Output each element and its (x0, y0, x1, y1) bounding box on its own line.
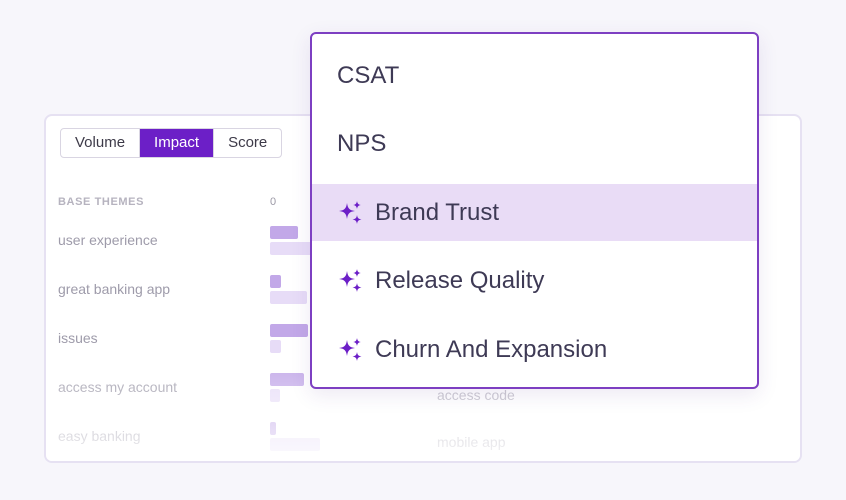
option-label: Churn And Expansion (375, 335, 608, 363)
impact-bar-secondary (270, 340, 281, 353)
option-label: Release Quality (375, 266, 545, 294)
impact-bar-secondary (270, 389, 280, 402)
theme-row-label[interactable]: mobile app (437, 434, 506, 450)
option-label: CSAT (337, 61, 400, 89)
theme-row-label[interactable]: user experience (58, 232, 158, 248)
option-label: NPS (337, 129, 387, 157)
theme-row-label[interactable]: issues (58, 330, 98, 346)
axis-zero-label: 0 (270, 196, 277, 208)
impact-bar-secondary (270, 291, 307, 304)
dropdown-option-release-quality[interactable]: Release Quality (312, 252, 757, 309)
dropdown-option-nps[interactable]: NPS (312, 115, 757, 172)
theme-row-label[interactable]: great banking app (58, 281, 170, 297)
impact-bar-secondary (270, 242, 313, 255)
view-toggle: Volume Impact Score (60, 128, 283, 158)
impact-toggle-button[interactable]: Impact (140, 129, 215, 157)
dropdown-option-brand-trust[interactable]: Brand Trust (312, 184, 757, 241)
theme-row-label[interactable]: access my account (58, 379, 177, 395)
impact-bar-primary (270, 422, 276, 435)
sparkle-icon (339, 268, 362, 292)
base-themes-header: BASE THEMES (58, 196, 145, 208)
impact-bar-primary (270, 275, 281, 288)
impact-bar-primary (270, 324, 308, 337)
volume-toggle-button[interactable]: Volume (61, 129, 141, 157)
option-label: Brand Trust (375, 198, 500, 226)
impact-bar-primary (270, 226, 298, 239)
theme-row-label[interactable]: access code (437, 387, 515, 403)
theme-row-label[interactable]: easy banking (58, 428, 141, 444)
score-toggle-button[interactable]: Score (214, 129, 281, 157)
sparkle-icon (339, 200, 362, 224)
impact-bar-secondary (270, 438, 320, 451)
dropdown-option-churn-and-expansion[interactable]: Churn And Expansion (312, 321, 757, 378)
dropdown-option-csat[interactable]: CSAT (312, 47, 757, 104)
impact-bar-primary (270, 373, 304, 386)
metric-dropdown: CSAT NPS Brand Trust Release Quality Chu… (310, 32, 759, 389)
sparkle-icon (339, 337, 362, 361)
